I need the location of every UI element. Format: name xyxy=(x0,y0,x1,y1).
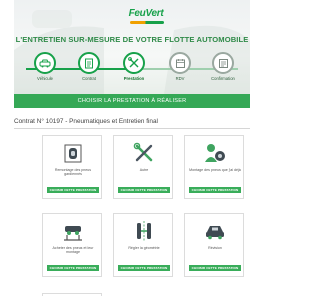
step-label: RDV xyxy=(175,76,185,81)
service-card-remontage[interactable]: Remontage des pneus gardiennés CHOISIR C… xyxy=(42,135,102,199)
header-banner: FeuVert L'ENTRETIEN SUR-MESURE DE VOTRE … xyxy=(14,0,250,94)
service-label: Régler la géométrie xyxy=(128,246,160,250)
contract-title: Contrat N° 10197 - Pneumatiques et Entre… xyxy=(14,118,158,125)
logo-text: FeuVert xyxy=(128,8,164,19)
choose-service-button[interactable]: CHOISIR CETTE PRESTATION xyxy=(189,187,241,193)
service-card-revision[interactable]: Révision CHOISIR CETTE PRESTATION xyxy=(184,213,244,277)
feuvert-logo[interactable]: FeuVert xyxy=(124,6,168,28)
car-icon xyxy=(34,52,56,74)
step-confirmation[interactable]: Confirmation xyxy=(200,52,246,81)
service-card-geometrie[interactable]: Régler la géométrie CHOISIR CETTE PRESTA… xyxy=(113,213,173,277)
page: FeuVert L'ENTRETIEN SUR-MESURE DE VOTRE … xyxy=(14,0,250,296)
wheel-alignment-icon xyxy=(129,217,159,245)
step-rdv[interactable]: RDV xyxy=(157,52,203,81)
choose-service-button[interactable]: CHOISIR CETTE PRESTATION xyxy=(189,265,241,271)
divider xyxy=(14,128,250,129)
tools-icon xyxy=(123,52,145,74)
choose-service-button[interactable]: CHOISIR CETTE PRESTATION xyxy=(118,187,170,193)
service-label: Autre xyxy=(139,168,149,172)
page-headline: L'ENTRETIEN SUR-MESURE DE VOTRE FLOTTE A… xyxy=(15,35,249,44)
step-label: Contrat xyxy=(82,76,96,81)
tire-icon xyxy=(58,139,88,167)
step-vehicule[interactable]: Véhicule xyxy=(22,52,68,81)
step-label: Confirmation xyxy=(211,76,235,81)
list-icon xyxy=(212,52,234,74)
choose-service-button[interactable]: CHOISIR CETTE PRESTATION xyxy=(118,265,170,271)
step-prestation[interactable]: Prestation xyxy=(111,52,157,81)
choose-service-banner: CHOISIR LA PRESTATION À RÉALISER xyxy=(14,94,250,108)
step-contrat[interactable]: Contrat xyxy=(66,52,112,81)
service-card-montage[interactable]: Montage des pneus que j'ai déjà CHOISIR … xyxy=(184,135,244,199)
logo-stripe xyxy=(130,21,164,24)
person-tire-icon xyxy=(200,139,230,167)
wrench-screwdriver-icon xyxy=(129,139,159,167)
service-label: Révision xyxy=(208,246,222,250)
step-label: Prestation xyxy=(123,76,145,81)
step-label: Véhicule xyxy=(36,76,54,81)
choose-service-button[interactable]: CHOISIR CETTE PRESTATION xyxy=(47,265,99,271)
car-service-icon xyxy=(200,217,230,245)
calendar-icon xyxy=(169,52,191,74)
car-lift-icon xyxy=(58,217,88,245)
service-card-acheter[interactable]: Acheter des pneus et leur montage CHOISI… xyxy=(42,213,102,277)
service-label: Acheter des pneus et leur montage xyxy=(52,246,94,255)
service-label: Montage des pneus que j'ai déjà xyxy=(189,168,241,172)
document-icon xyxy=(78,52,100,74)
service-label: Remontage des pneus gardiennés xyxy=(54,168,92,177)
service-card-autre[interactable]: Autre CHOISIR CETTE PRESTATION xyxy=(113,135,173,199)
choose-service-button[interactable]: CHOISIR CETTE PRESTATION xyxy=(47,187,99,193)
